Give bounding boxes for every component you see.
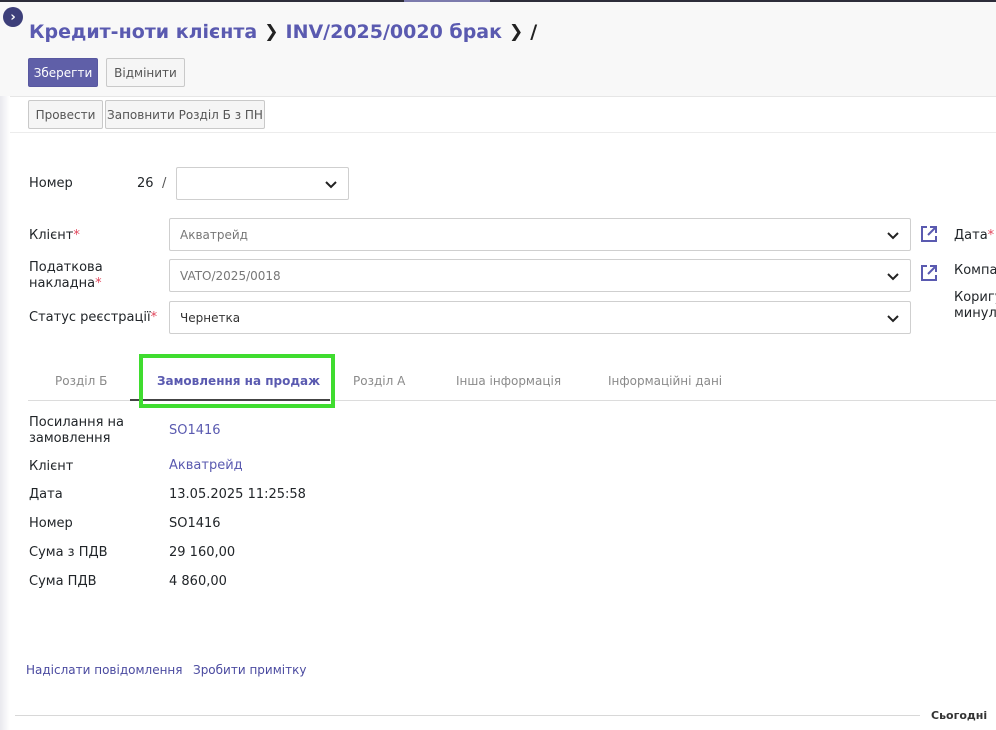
chevron-down-icon: [325, 181, 337, 189]
order-date-value: 13.05.2025 11:25:58: [169, 487, 306, 502]
order-ref-link[interactable]: SO1416: [169, 423, 221, 438]
discard-button[interactable]: Відмінити: [106, 58, 185, 87]
order-total-value: 29 160,00: [169, 545, 236, 560]
order-date-label: Дата: [29, 487, 63, 502]
status-select[interactable]: Чернетка: [169, 301, 911, 334]
date-label: Дата*: [954, 228, 994, 244]
status-select-value: Чернетка: [180, 310, 241, 325]
required-mark: *: [987, 228, 995, 243]
log-note-button[interactable]: Зробити примітку: [193, 663, 306, 677]
tab-section-b[interactable]: Розділ Б: [55, 374, 107, 388]
order-client-link[interactable]: Акватрейд: [169, 458, 243, 473]
breadcrumb-separator-icon: ❯: [264, 22, 279, 42]
tab-info-data[interactable]: Інформаційні дані: [608, 374, 722, 388]
tax-invoice-select[interactable]: VATO/2025/0018: [169, 259, 911, 292]
external-link-icon[interactable]: [919, 263, 939, 283]
breadcrumb-current: /: [530, 21, 538, 43]
tax-invoice-label-line2: накладна*: [29, 276, 103, 292]
order-vat-value: 4 860,00: [169, 574, 227, 589]
correction-label-line1: Коригу: [954, 290, 996, 305]
correction-label-line2: минул: [954, 306, 996, 321]
order-ref-label-line2: замовлення: [29, 431, 111, 446]
fill-section-b-button[interactable]: Заповнити Розділ Б з ПН: [105, 100, 265, 129]
order-vat-label: Сума ПДВ: [29, 574, 97, 589]
number-select[interactable]: [176, 167, 349, 200]
tax-invoice-label-line1: Податкова: [29, 260, 103, 275]
tab-highlight-box: [139, 354, 335, 408]
today-divider: [15, 715, 920, 716]
status-label-text: Статус реєстрації: [29, 310, 151, 325]
breadcrumb-root[interactable]: Кредит-ноти клієнта: [29, 21, 257, 43]
required-mark: *: [73, 228, 80, 243]
tab-other-info[interactable]: Інша інформація: [456, 374, 561, 388]
client-label-text: Клієнт: [29, 228, 74, 243]
external-link-icon[interactable]: [919, 224, 939, 244]
tab-section-a[interactable]: Розділ А: [353, 374, 405, 388]
save-button[interactable]: Зберегти: [28, 58, 98, 87]
chevron-right-icon[interactable]: ›: [3, 7, 23, 27]
status-label: Статус реєстрації*: [29, 310, 157, 326]
order-ref-label: Посилання на замовлення: [29, 415, 124, 447]
order-number-label: Номер: [29, 516, 73, 531]
tax-invoice-label: Податкова накладна*: [29, 260, 103, 292]
chevron-down-icon: [887, 315, 899, 323]
client-select[interactable]: Акватрейд: [169, 218, 911, 251]
send-message-button[interactable]: Надіслати повідомлення: [26, 663, 182, 677]
tax-invoice-select-value: VATO/2025/0018: [180, 268, 281, 283]
client-label: Клієнт*: [29, 228, 80, 244]
number-slash: /: [162, 176, 167, 191]
post-button[interactable]: Провести: [28, 100, 103, 129]
order-client-label: Клієнт: [29, 459, 74, 474]
required-mark: *: [150, 310, 158, 325]
breadcrumb: Кредит-ноти клієнта ❯ INV/2025/0020 брак…: [29, 21, 537, 43]
order-ref-label-line1: Посилання на: [29, 415, 125, 430]
correction-label: Коригу минул: [954, 290, 996, 322]
today-label: Сьогодні: [931, 709, 988, 722]
chevron-down-icon: [887, 273, 899, 281]
breadcrumb-record[interactable]: INV/2025/0020 брак: [286, 21, 503, 43]
chevron-down-icon: [887, 232, 899, 240]
control-panel: › Кредит-ноти клієнта ❯ INV/2025/0020 бр…: [0, 2, 996, 97]
order-number-value: SO1416: [169, 516, 221, 531]
date-label-text: Дата: [954, 228, 988, 243]
breadcrumb-separator-icon: ❯: [509, 22, 524, 42]
number-label: Номер: [29, 176, 73, 191]
order-total-label: Сума з ПДВ: [29, 545, 108, 560]
left-strip: [0, 96, 10, 730]
toolbar-divider: [0, 132, 996, 133]
company-label: Компа: [954, 263, 996, 278]
client-select-value: Акватрейд: [180, 227, 248, 242]
tax-invoice-label-text: накладна: [29, 276, 96, 291]
required-mark: *: [95, 276, 102, 291]
number-value: 26: [137, 176, 154, 191]
